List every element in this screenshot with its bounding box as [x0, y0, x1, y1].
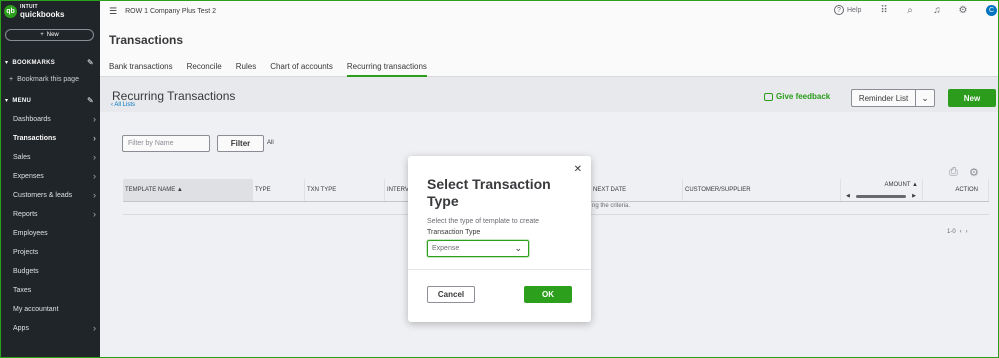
dialog-title: Select Transaction Type [427, 176, 551, 209]
app-window: qb INTUIT quickbooks + New ▾ BOOKMARKS ✎… [1, 1, 998, 357]
select-transaction-type-dialog: ✕ Select Transaction Type Select the typ… [408, 156, 591, 322]
chevron-down-icon: ⌄ [514, 243, 522, 253]
transaction-type-select[interactable]: Expense ⌄ [427, 240, 529, 257]
close-icon[interactable]: ✕ [574, 164, 582, 175]
cancel-button[interactable]: Cancel [427, 286, 475, 303]
ok-button[interactable]: OK [524, 286, 572, 303]
dialog-description: Select the type of template to create [427, 218, 540, 225]
transaction-type-label: Transaction Type [427, 229, 481, 236]
